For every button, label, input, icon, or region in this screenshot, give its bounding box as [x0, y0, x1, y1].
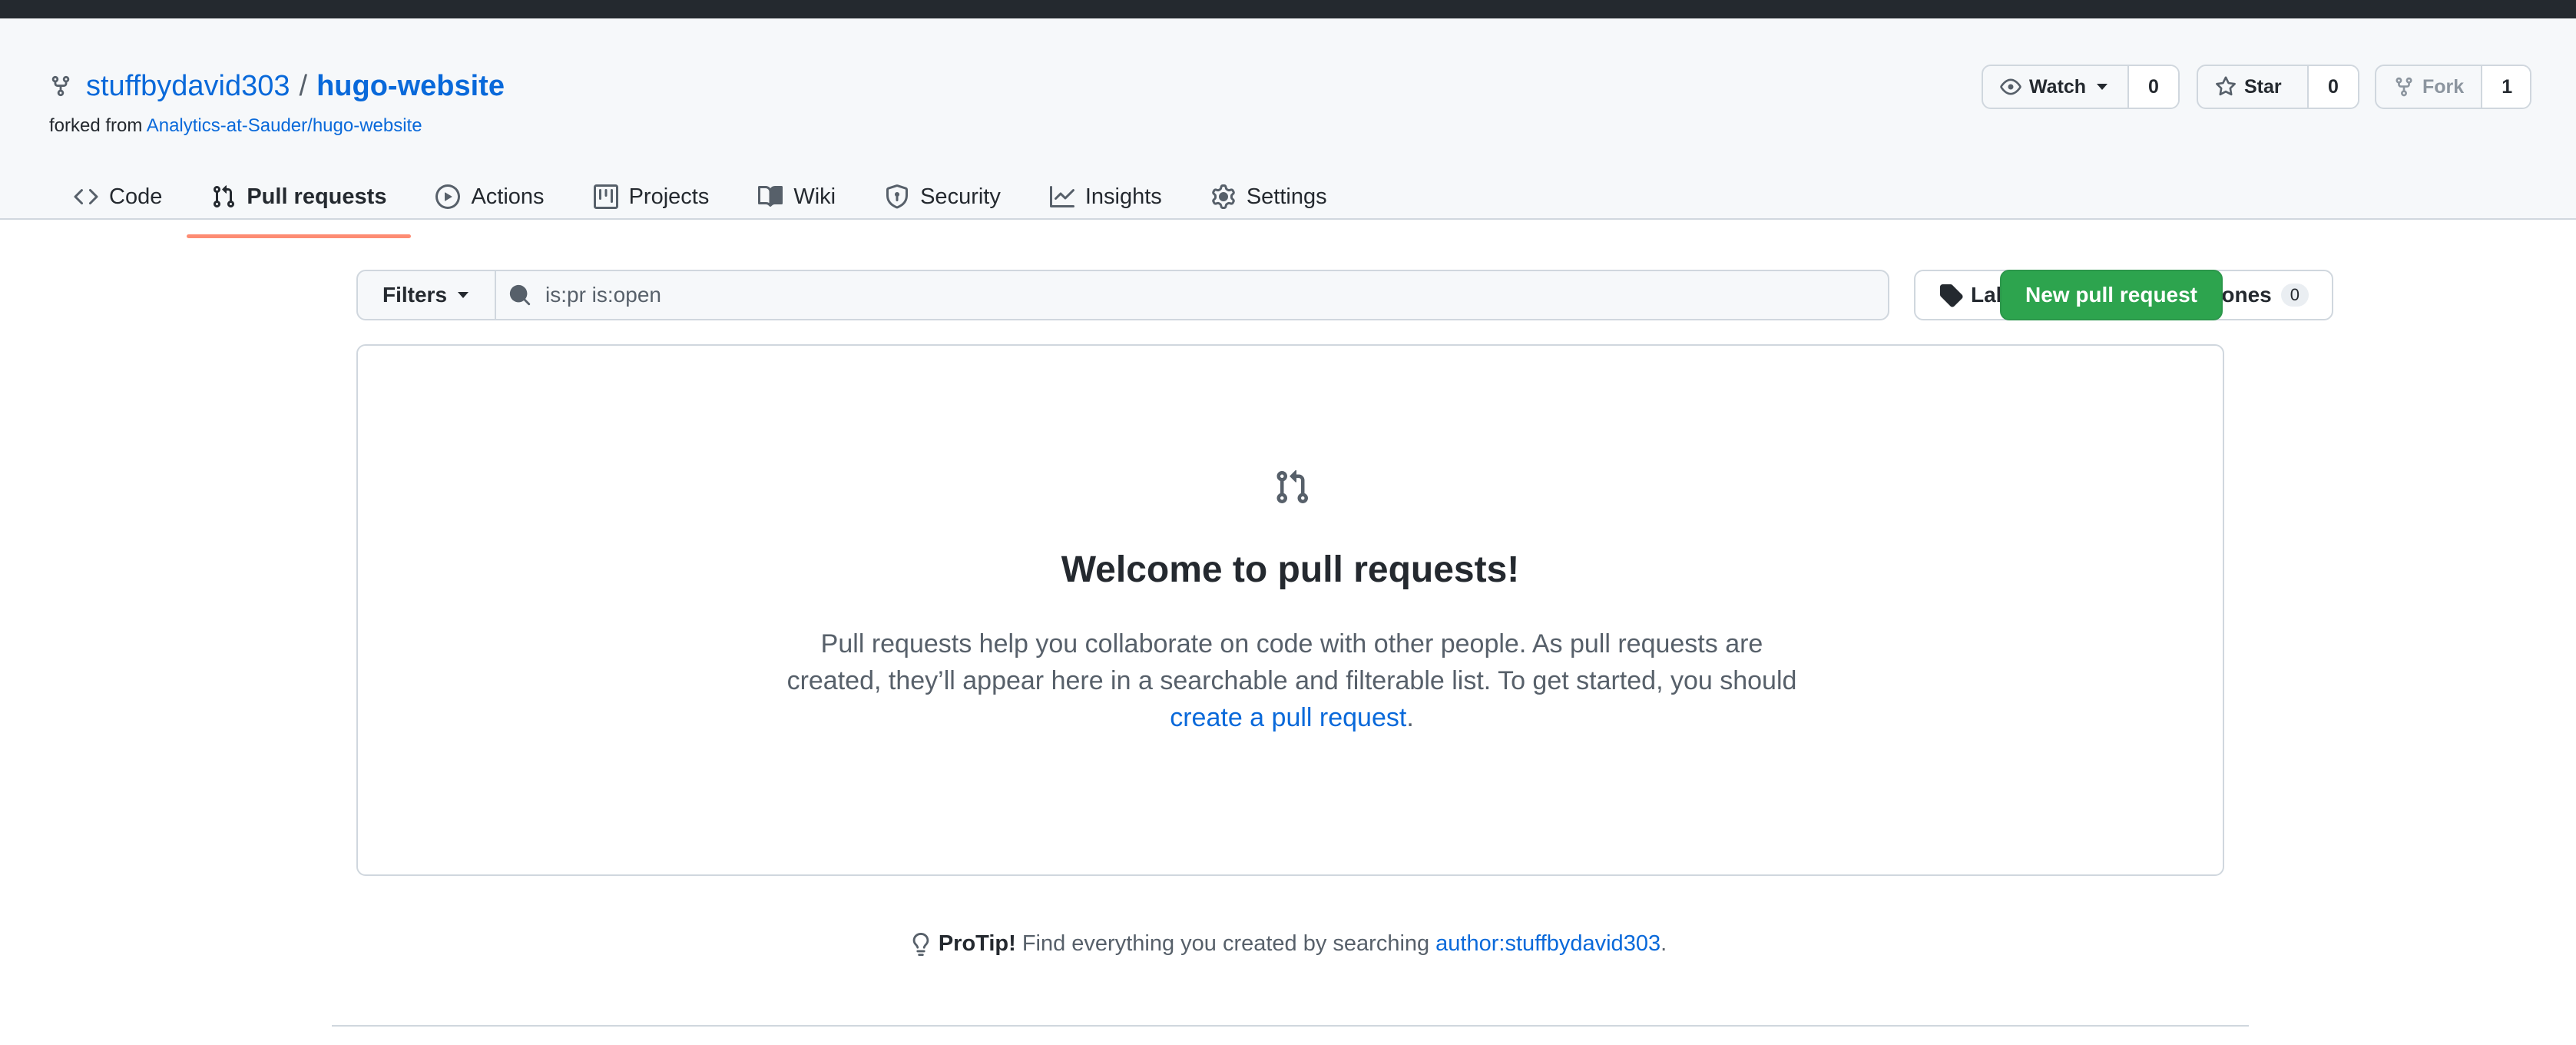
- fork-group: Fork 1: [2375, 65, 2531, 109]
- watch-count[interactable]: 0: [2129, 66, 2178, 108]
- fork-button[interactable]: Fork: [2376, 66, 2483, 108]
- tab-actions[interactable]: Actions: [411, 157, 568, 237]
- repo-path-separator: /: [299, 70, 308, 102]
- tab-label: Actions: [471, 184, 545, 209]
- tab-label: Settings: [1246, 184, 1327, 209]
- play-icon: [435, 184, 461, 209]
- tab-pull-requests[interactable]: Pull requests: [187, 157, 412, 238]
- repo-name-link[interactable]: hugo-website: [316, 66, 505, 106]
- tab-settings[interactable]: Settings: [1187, 157, 1352, 237]
- filters-label: Filters: [382, 283, 448, 307]
- git-pull-request-icon: [1276, 469, 1309, 504]
- repo-tabs: Code Pull requests Actions Projects Wiki…: [49, 157, 1352, 238]
- watch-group: Watch 0: [1982, 65, 2180, 109]
- tab-label: Pull requests: [247, 184, 387, 209]
- blankslate-body: Pull requests help you collaborate on co…: [786, 629, 1797, 695]
- tab-wiki[interactable]: Wiki: [733, 157, 860, 237]
- search-icon: [509, 284, 531, 306]
- code-icon: [74, 188, 98, 205]
- fork-button-group: Fork 1: [2375, 65, 2531, 109]
- star-group: Star 0: [2197, 65, 2359, 109]
- project-icon: [593, 184, 618, 209]
- protip-text: Find everything you created by searching: [1021, 931, 1430, 956]
- book-icon: [758, 185, 783, 207]
- forked-from-link[interactable]: Analytics-at-Sauder/hugo-website: [147, 115, 422, 136]
- protip-label: ProTip!: [938, 931, 1016, 956]
- graph-icon: [1049, 186, 1074, 207]
- tab-label: Wiki: [793, 184, 836, 209]
- protip-end: .: [1660, 931, 1667, 956]
- tab-label: Insights: [1084, 184, 1162, 209]
- tab-insights[interactable]: Insights: [1025, 157, 1187, 237]
- tag-icon: [1940, 284, 1963, 307]
- chevron-down-icon: [458, 292, 469, 298]
- repo-title: stuffbydavid303 / hugo-website: [49, 66, 505, 106]
- tab-label: Security: [920, 184, 1001, 209]
- star-icon: [2216, 76, 2236, 96]
- pr-toolbar: Filters Labels 9 Milestones 0 New pull r…: [356, 270, 2333, 320]
- repo-owner-link[interactable]: stuffbydavid303: [86, 66, 290, 106]
- repo-forked-icon: [2396, 77, 2412, 97]
- milestones-count: 0: [2280, 284, 2309, 307]
- star-count[interactable]: 0: [2309, 66, 2358, 108]
- fork-count[interactable]: 1: [2482, 66, 2530, 108]
- top-bar: [0, 0, 2576, 18]
- star-label: Star: [2244, 75, 2282, 98]
- chevron-down-icon: [2097, 84, 2108, 90]
- tab-security[interactable]: Security: [860, 157, 1025, 237]
- blankslate: Welcome to pull requests! Pull requests …: [356, 344, 2224, 876]
- eye-icon: [2000, 78, 2021, 95]
- create-pull-request-link[interactable]: create a pull request: [1170, 703, 1406, 732]
- protip: ProTip! Find everything you created by s…: [0, 931, 2576, 957]
- tab-label: Projects: [628, 184, 710, 209]
- gear-icon: [1212, 184, 1235, 209]
- watch-button[interactable]: Watch: [1983, 66, 2129, 108]
- new-pull-request-button[interactable]: New pull request: [2000, 270, 2223, 320]
- blankslate-text: Pull requests help you collaborate on co…: [773, 625, 1811, 736]
- tab-code[interactable]: Code: [49, 157, 187, 237]
- author-search-link[interactable]: author:stuffbydavid303: [1435, 931, 1660, 957]
- shield-icon: [886, 184, 909, 209]
- repo-forked-icon: [51, 75, 70, 97]
- repo-header: stuffbydavid303 / hugo-website forked fr…: [0, 18, 2576, 238]
- tab-projects[interactable]: Projects: [569, 157, 734, 237]
- light-bulb-icon: [912, 932, 929, 956]
- git-pull-request-icon: [214, 185, 235, 208]
- blankslate-title: Welcome to pull requests!: [1061, 549, 1520, 590]
- star-button-group: Star 0: [2197, 65, 2359, 109]
- forked-from: forked from Analytics-at-Sauder/hugo-web…: [49, 115, 422, 137]
- tab-label: Code: [109, 184, 163, 209]
- search-field: [495, 270, 1889, 320]
- blankslate-end: .: [1406, 703, 1414, 732]
- forked-from-prefix: forked from: [49, 115, 143, 136]
- star-button[interactable]: Star: [2198, 66, 2309, 108]
- search-input[interactable]: [545, 283, 1851, 307]
- filters-button[interactable]: Filters: [356, 270, 496, 320]
- watch-button-group: Watch 0: [1982, 65, 2180, 109]
- footer-divider: [332, 1025, 2249, 1027]
- fork-label: Fork: [2422, 75, 2465, 98]
- watch-label: Watch: [2029, 75, 2087, 98]
